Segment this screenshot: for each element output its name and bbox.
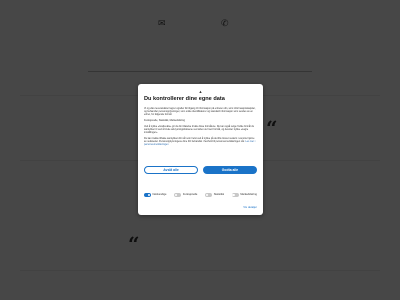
dialog-body-text: Vi og våre leverandører lagrer og/eller … [144,107,257,149]
dialog-button-row: Avslå alle Godta alle [144,166,257,174]
show-details-link[interactable]: Vis detaljer [243,205,257,209]
toggle-switch[interactable] [144,193,151,197]
consent-toggles: Nødvendige Funksjonelle Statistikk Marke… [144,193,257,197]
toggle-switch[interactable] [205,193,213,197]
toggle-functional[interactable]: Funksjonelle [174,193,197,197]
site-logo-icon: ▲ [198,89,203,94]
cookie-consent-dialog: ▲ Du kontrollerer dine egne data Vi og v… [138,84,263,215]
toggle-label: Nødvendige [152,193,167,197]
dialog-paragraph: Funksjonelle, Statistikk, Markedsføring [144,119,185,122]
toggle-statistics[interactable]: Statistikk [205,193,224,197]
toggle-switch[interactable] [231,193,239,197]
dialog-title: Du kontrollerer dine egne data [144,96,225,102]
toggle-label: Funksjonelle [182,193,198,197]
toggle-marketing[interactable]: Markedsføring [231,193,257,197]
toggle-label: Markedsføring [240,193,257,197]
toggle-necessary[interactable]: Nødvendige [144,193,167,197]
reject-all-button[interactable]: Avslå alle [144,166,198,174]
dialog-paragraph: Vi og våre leverandører lagrer og/eller … [144,107,256,116]
accept-all-button[interactable]: Godta alle [203,166,257,174]
dialog-paragraph: Ved å trykke «Godta alle» gir du din til… [144,125,255,134]
dialog-paragraph: Du kan trekke tilbake samtykket ditt når… [144,137,257,146]
toggle-switch[interactable] [174,193,182,197]
toggle-label: Statistikk [213,193,225,197]
